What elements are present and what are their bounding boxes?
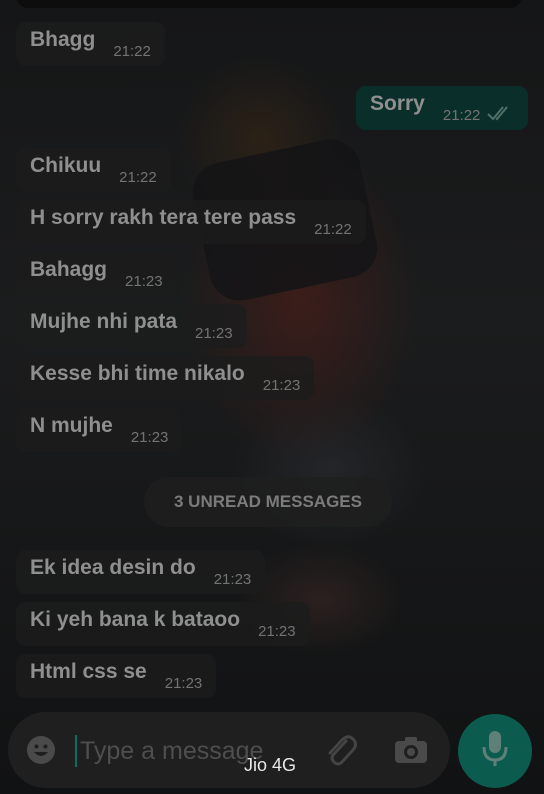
message-text: Bhagg [30,28,96,51]
message-bubble[interactable]: Ek idea desin do 21:23 [16,550,266,594]
message-text: Mujhe nhi pata [30,310,177,333]
microphone-icon [480,729,510,774]
message-bubble[interactable]: Kesse bhi time nikalo 21:23 [16,356,315,400]
message-time: 21:23 [213,570,252,588]
message-time: 21:23 [262,376,301,394]
message-bubble[interactable]: Mujhe nhi pata 21:23 [16,304,247,348]
message-bubble[interactable]: Html css se 21:23 [16,654,217,698]
message-text: Sorry [370,92,425,115]
message-time: 21:23 [125,272,163,290]
message-text: Kesse bhi time nikalo [30,362,245,385]
message-bubble[interactable]: Bhagg 21:22 [16,22,165,66]
message-time: 21:23 [130,428,169,446]
camera-icon[interactable] [393,735,429,765]
message-text: Html css se [30,660,147,683]
double-tick-icon [486,105,514,126]
message-text: Ki yeh bana k bataoo [30,608,241,631]
network-toast: Jio 4G [243,755,297,775]
message-bubble[interactable]: N mujhe 21:23 [16,408,183,452]
message-text: Chikuu [30,154,102,177]
message-bubble[interactable]: Chikuu 21:22 [16,148,171,192]
emoji-icon[interactable] [26,735,56,765]
message-bubble[interactable]: Bahagg 21:23 [16,252,177,296]
chat-screen: Bhagg 21:22 Sorry 21:22 Chikuu 21:22 H s… [0,0,544,794]
unread-messages-banner: 3 UNREAD MESSAGES [144,477,392,527]
message-bubble[interactable]: H sorry rakh tera tere pass 21:22 [16,200,366,244]
message-time: 21:23 [195,324,233,342]
message-text: H sorry rakh tera tere pass [30,206,297,229]
message-time: 21:23 [258,622,296,640]
message-bubble-outgoing[interactable]: Sorry 21:22 [356,86,529,130]
message-time: 21:22 [314,220,352,238]
paperclip-icon[interactable] [322,731,358,769]
message-text: Ek idea desin do [30,556,196,579]
message-text: N mujhe [30,414,113,437]
text-cursor [75,735,77,767]
message-text: Bahagg [30,258,108,281]
message-time: 21:23 [164,674,203,692]
previous-message-edge [16,0,522,8]
record-voice-button[interactable] [458,714,532,788]
message-bubble[interactable]: Ki yeh bana k bataoo 21:23 [16,602,310,646]
message-time: 21:22 [442,106,481,124]
message-time: 21:22 [119,168,157,186]
message-time: 21:22 [113,42,151,60]
